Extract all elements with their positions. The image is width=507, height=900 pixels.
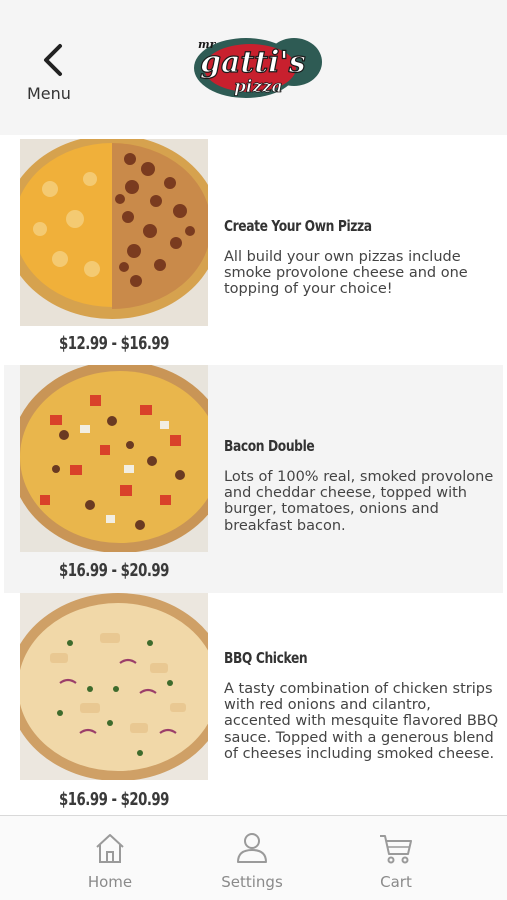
menu-item-bbq-chicken[interactable]: BBQ Chicken A tasty combination of chick… bbox=[4, 593, 503, 815]
home-icon bbox=[96, 834, 124, 863]
logo-gattis-text: gatti's bbox=[200, 45, 306, 80]
item-description: Lots of 100% real, smoked provolone and … bbox=[224, 469, 494, 534]
tab-cart-label: Cart bbox=[380, 873, 412, 891]
item-title: Create Your Own Pizza bbox=[224, 217, 372, 235]
app-header: Menu mr gatti's pizza bbox=[0, 0, 507, 135]
chevron-left-icon bbox=[44, 44, 62, 76]
back-menu-button[interactable]: Menu bbox=[18, 38, 88, 110]
menu-item-create-your-own[interactable]: Create Your Own Pizza All build your own… bbox=[4, 135, 503, 363]
mr-gattis-pizza-logo: mr gatti's pizza bbox=[186, 28, 324, 102]
pizza-photo bbox=[20, 139, 208, 326]
tab-settings[interactable]: Settings bbox=[192, 816, 312, 900]
item-description: All build your own pizzas include smoke … bbox=[224, 249, 468, 298]
pizza-photo bbox=[20, 365, 208, 552]
item-description: A tasty combination of chicken strips wi… bbox=[224, 681, 499, 762]
menu-list: Create Your Own Pizza All build your own… bbox=[0, 135, 507, 815]
pizza-photo bbox=[20, 593, 208, 780]
logo-pizza-text: pizza bbox=[234, 77, 283, 97]
menu-item-bacon-double[interactable]: Bacon Double Lots of 100% real, smoked p… bbox=[4, 365, 503, 593]
tab-cart[interactable]: Cart bbox=[336, 816, 456, 900]
tab-home-label: Home bbox=[87, 873, 133, 891]
cart-icon bbox=[380, 835, 412, 864]
item-title: Bacon Double bbox=[224, 437, 315, 455]
item-price: $16.99 - $20.99 bbox=[59, 560, 169, 581]
tab-settings-label: Settings bbox=[221, 873, 283, 891]
item-price: $12.99 - $16.99 bbox=[59, 333, 169, 354]
item-price: $16.99 - $20.99 bbox=[59, 789, 169, 810]
back-menu-label: Menu bbox=[27, 84, 71, 103]
tab-home[interactable]: Home bbox=[50, 816, 170, 900]
person-icon bbox=[237, 833, 267, 863]
bottom-tab-bar: Home Settings Cart bbox=[0, 815, 507, 900]
item-title: BBQ Chicken bbox=[224, 649, 308, 667]
